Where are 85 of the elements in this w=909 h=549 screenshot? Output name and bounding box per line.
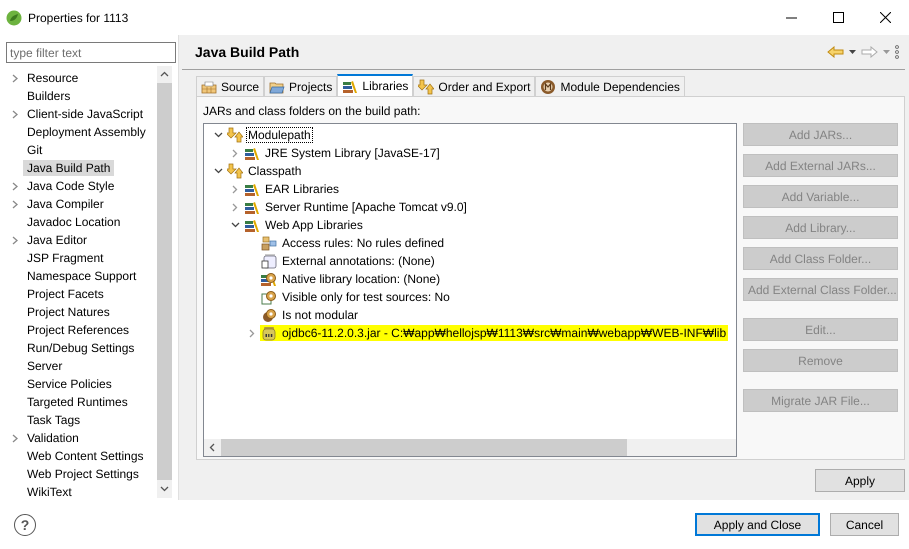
books-icon (342, 78, 358, 94)
close-icon[interactable] (880, 12, 891, 23)
tab[interactable]: Projects (264, 76, 338, 96)
tree-item[interactable]: Native library location: (None) (281, 272, 442, 286)
books-icon (244, 217, 260, 233)
nav-item[interactable]: Web Content Settings (23, 448, 148, 464)
more-options-icon[interactable] (895, 45, 899, 59)
nav-item[interactable]: WikiText (23, 484, 76, 498)
jar-icon (261, 325, 277, 341)
books-icon (244, 181, 260, 197)
nav-item[interactable]: Builders (23, 88, 74, 104)
filter-field[interactable]: type filter text (6, 42, 176, 63)
arrows-icon (418, 78, 434, 94)
section-caption: JARs and class folders on the build path: (203, 104, 422, 118)
nav-item[interactable]: Project References (23, 322, 134, 338)
window-title: Properties for 1113 (28, 10, 130, 24)
dialog-button[interactable]: Cancel (830, 513, 899, 536)
chevron-right-icon[interactable] (232, 184, 238, 194)
apply-button[interactable]: Apply (815, 469, 905, 492)
nav-item[interactable]: Javadoc Location (23, 214, 124, 230)
gear-icon (261, 307, 277, 323)
books-icon (244, 199, 260, 215)
chevron-down-icon[interactable] (214, 132, 222, 138)
chevron-right-icon[interactable] (232, 148, 238, 158)
tree-item[interactable]: Web App Libraries (264, 218, 364, 232)
chevron-right-icon[interactable] (232, 202, 238, 212)
chevron-right-icon[interactable] (12, 74, 18, 82)
horizontal-scrollbar[interactable] (204, 439, 736, 456)
tab[interactable]: Module Dependencies (535, 76, 685, 96)
tree-item[interactable]: Visible only for test sources: No (281, 290, 451, 304)
dropdown-caret-icon[interactable] (849, 50, 856, 54)
module-badge-icon (540, 78, 556, 94)
tree-item[interactable]: Classpath (247, 164, 302, 178)
tab[interactable]: Source (196, 76, 264, 96)
nav-item[interactable]: Run/Debug Settings (23, 340, 138, 356)
maximize-icon[interactable] (833, 12, 844, 23)
blocks-icon (261, 235, 277, 251)
chevron-right-icon[interactable] (12, 236, 18, 244)
tree-item[interactable]: Server Runtime [Apache Tomcat v9.0] (264, 200, 468, 214)
gear-icon (261, 271, 277, 287)
nav-item[interactable]: Java Compiler (23, 196, 108, 212)
package-folder-icon (201, 78, 217, 94)
chevron-right-icon[interactable] (249, 328, 255, 338)
nav-item[interactable]: Service Policies (23, 376, 116, 392)
nav-item[interactable]: Java Editor (23, 232, 92, 248)
highlighted-tree-item[interactable]: ojdbc6-11.2.0.3.jar - C:₩app₩hellojsp₩1113₩src₩main₩webapp₩WEB-INF₩lib (260, 325, 728, 341)
books-icon (244, 145, 260, 161)
nav-item[interactable]: Project Natures (23, 304, 114, 320)
nav-item[interactable]: Targeted Runtimes (23, 394, 132, 410)
forward-arrow-icon[interactable] (861, 46, 878, 58)
nav-item[interactable]: Client-side JavaScript (23, 106, 148, 122)
nav-item[interactable]: Web Project Settings (23, 466, 143, 482)
nav-item[interactable]: Task Tags (23, 412, 84, 428)
arrows-icon (227, 127, 243, 143)
back-arrow-icon[interactable] (827, 46, 844, 58)
nav-item[interactable]: Validation (23, 430, 83, 446)
help-button[interactable]: ? (14, 514, 36, 536)
nav-item[interactable]: Resource (23, 70, 82, 86)
chevron-down-icon[interactable] (230, 222, 240, 228)
tree-item[interactable]: External annotations: (None) (281, 254, 436, 268)
tree-item[interactable]: EAR Libraries (264, 182, 340, 196)
nav-item[interactable]: Deployment Assembly (23, 124, 150, 140)
tree-item[interactable]: JRE System Library [JavaSE-17] (264, 146, 441, 160)
tab[interactable]: Order and Export (413, 76, 536, 96)
gear-icon (261, 289, 277, 305)
dialog-button[interactable]: Apply and Close (695, 513, 820, 536)
tree-item[interactable]: Modulepath (247, 128, 312, 142)
tree-item[interactable]: Is not modular (281, 308, 360, 322)
jar-icon (261, 253, 277, 269)
chevron-right-icon[interactable] (12, 110, 18, 118)
chevron-down-icon[interactable] (214, 168, 222, 174)
tree-item[interactable]: Access rules: No rules defined (281, 236, 446, 250)
tab[interactable]: Libraries (337, 74, 414, 96)
nav-item[interactable]: Git (23, 142, 46, 158)
nav-item[interactable]: Java Build Path (23, 160, 114, 176)
nav-item[interactable]: Namespace Support (23, 268, 140, 284)
nav-item[interactable]: Project Facets (23, 286, 108, 302)
app-logo-icon (6, 10, 22, 26)
arrows-icon (227, 163, 243, 179)
page-title: Java Build Path (195, 44, 300, 60)
nav-item[interactable]: Server (23, 358, 66, 374)
nav-item[interactable]: Java Code Style (23, 178, 118, 194)
nav-item[interactable]: JSP Fragment (23, 250, 108, 266)
chevron-right-icon[interactable] (12, 434, 18, 442)
vertical-scrollbar[interactable] (157, 66, 172, 498)
